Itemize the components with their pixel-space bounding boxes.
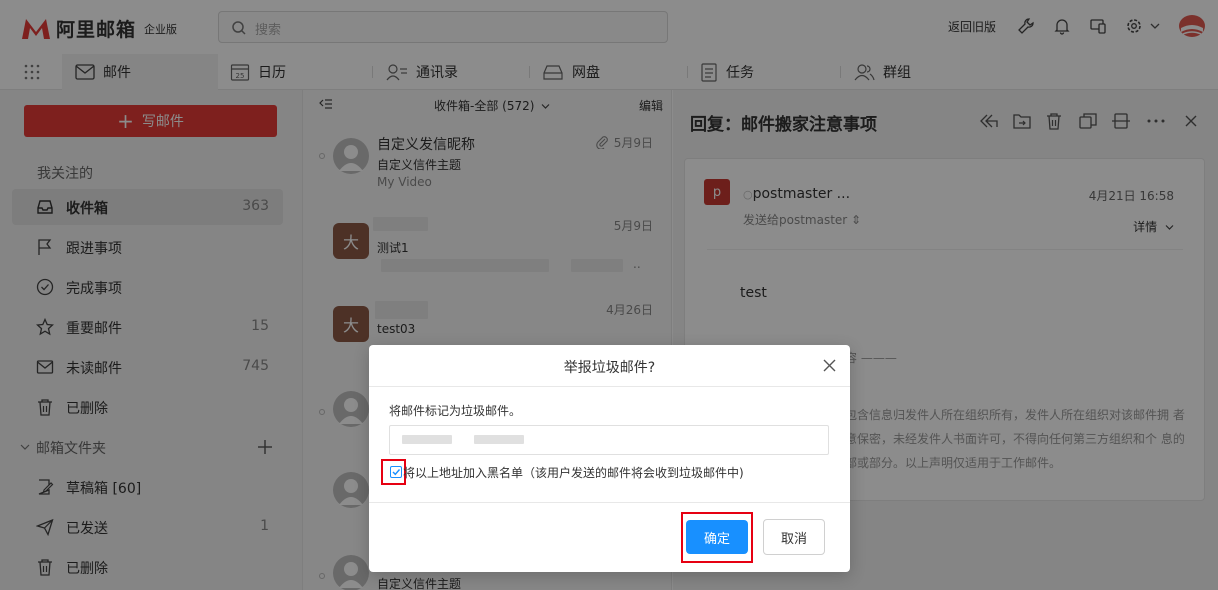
blacklist-label[interactable]: 将以上地址加入黑名单（该用户发送的邮件将会收到垃圾邮件中) (403, 464, 744, 481)
dialog-divider (369, 502, 850, 503)
dialog-title: 举报垃圾邮件? (563, 360, 656, 376)
cancel-button[interactable]: 取消 (763, 519, 825, 555)
dialog-divider (369, 386, 850, 387)
close-icon[interactable] (823, 359, 836, 372)
redacted-address (402, 435, 452, 444)
redacted-address (474, 435, 524, 444)
report-spam-dialog: 举报垃圾邮件? 将邮件标记为垃圾邮件。 将以上地址加入黑名单（该用户发送的邮件将… (369, 345, 850, 572)
confirm-button[interactable]: 确定 (686, 520, 748, 554)
dialog-message: 将邮件标记为垃圾邮件。 (389, 404, 522, 418)
sender-address-field[interactable] (389, 425, 829, 455)
